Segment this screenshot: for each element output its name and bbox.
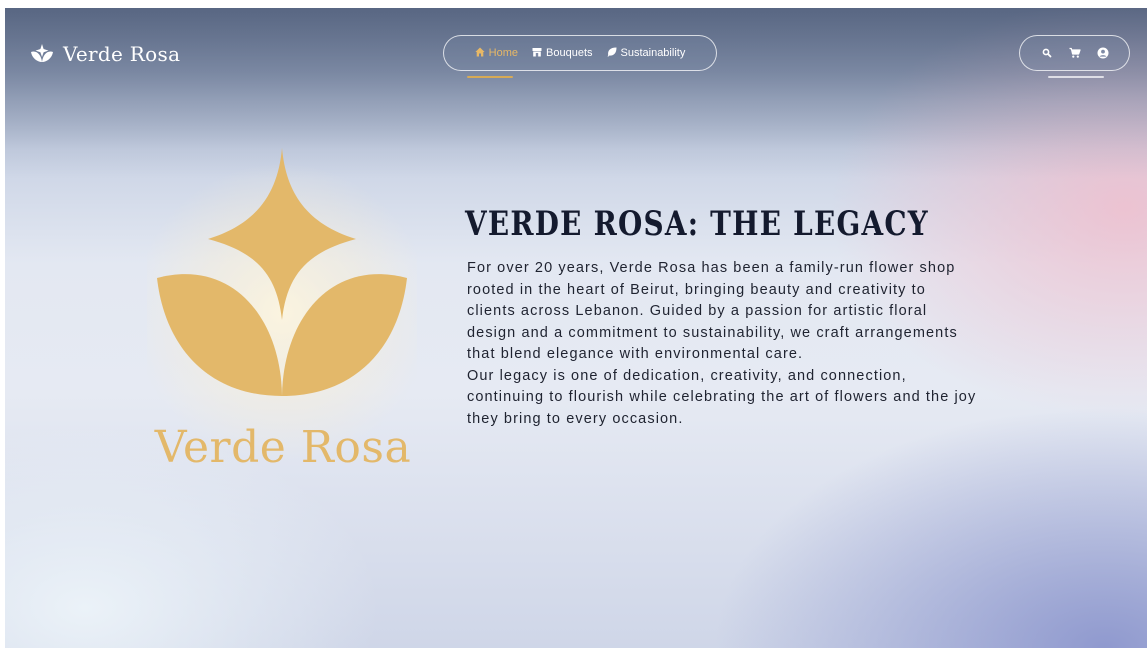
legacy-paragraph-2: Our legacy is one of dedication, creativ… — [467, 367, 977, 427]
nav-item-label: Sustainability — [620, 47, 686, 59]
store-icon — [532, 47, 542, 60]
cart-icon[interactable] — [1069, 47, 1081, 59]
leaf-icon — [607, 47, 617, 60]
nav-item-home[interactable]: Home — [475, 47, 518, 60]
legacy-paragraph-1: For over 20 years, Verde Rosa has been a… — [467, 260, 958, 362]
nav-item-bouquets[interactable]: Bouquets — [532, 47, 593, 60]
nav-item-sustainability[interactable]: Sustainability — [607, 47, 686, 60]
page-background: Verde Rosa Home Bouquets Sustainability — [5, 8, 1147, 648]
nav-item-label: Bouquets — [546, 47, 593, 59]
brand-name: Verde Rosa — [63, 42, 181, 66]
active-nav-indicator — [467, 76, 513, 78]
legacy-description: For over 20 years, Verde Rosa has been a… — [467, 258, 977, 430]
search-icon[interactable] — [1041, 47, 1053, 59]
lotus-icon — [31, 44, 53, 64]
page-title: VERDE ROSA: THE LEGACY — [465, 204, 929, 244]
nav-item-label: Home — [488, 47, 519, 59]
main-nav: Home Bouquets Sustainability — [443, 35, 717, 71]
logo-wordmark: Verde Rosa — [154, 422, 412, 473]
home-icon — [475, 47, 485, 60]
actions-indicator — [1048, 76, 1104, 78]
legacy-section: VERDE ROSA: THE LEGACY For over 20 years… — [465, 204, 985, 430]
header-actions — [1019, 35, 1130, 71]
brand[interactable]: Verde Rosa — [31, 42, 180, 66]
user-icon[interactable] — [1097, 47, 1109, 59]
